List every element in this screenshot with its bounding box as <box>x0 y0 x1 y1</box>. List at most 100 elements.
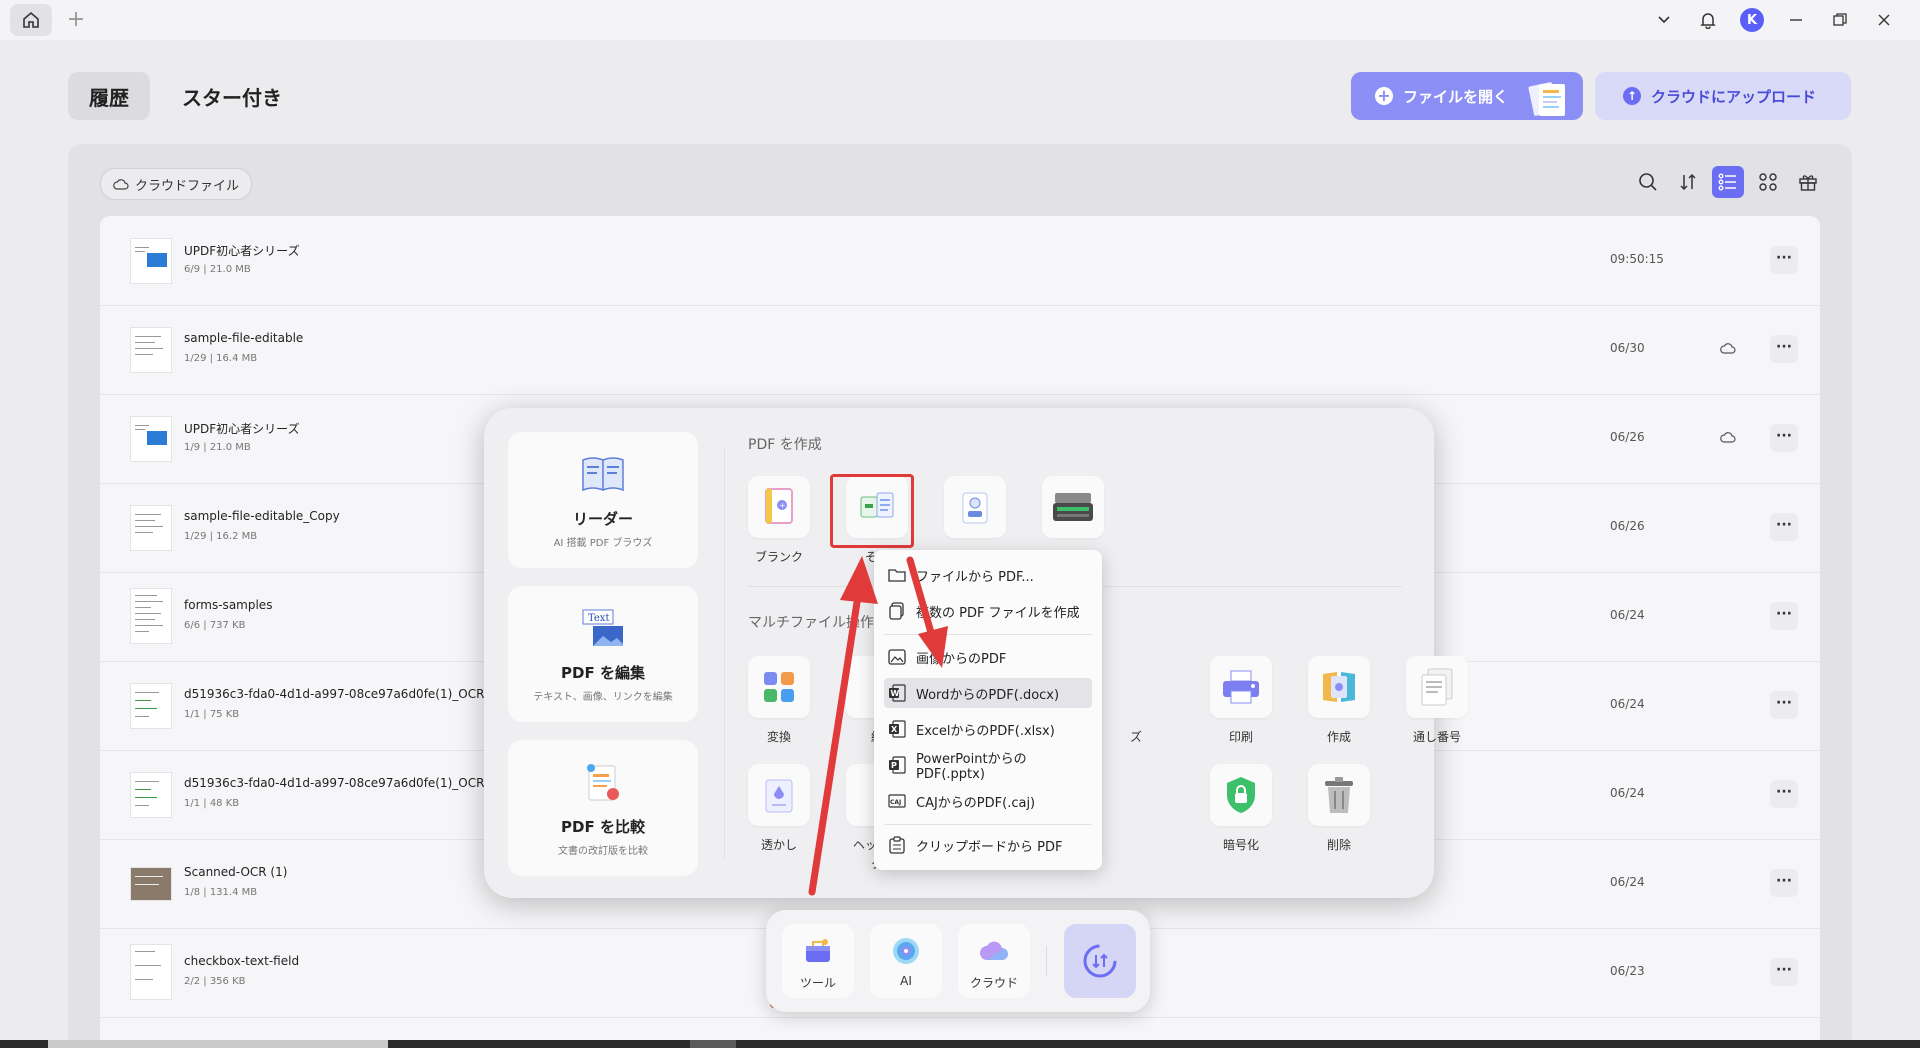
blank-pdf-tool[interactable]: + ブランク <box>744 476 814 565</box>
edit-pdf-subtitle: テキスト、画像、リンクを編集 <box>533 692 673 703</box>
scanner-tool[interactable] <box>1038 476 1108 538</box>
tools-button[interactable]: ツール <box>782 924 854 998</box>
grid-view-icon[interactable] <box>1752 166 1784 198</box>
sort-icon[interactable] <box>1672 166 1704 198</box>
image-to-pdf-tool[interactable] <box>940 476 1010 538</box>
bates-number-tool[interactable]: 通し番号 <box>1402 656 1472 745</box>
menu-item-label: 画像からのPDF <box>916 651 1007 667</box>
more-options-button[interactable]: ··· <box>1770 602 1798 630</box>
open-file-button[interactable]: + ファイルを開く <box>1351 72 1583 120</box>
more-options-button[interactable]: ··· <box>1770 691 1798 719</box>
file-thumbnail <box>130 327 172 373</box>
menu-item-from-image[interactable]: 画像からのPDF <box>884 642 1092 672</box>
menu-item-from-file[interactable]: ファイルから PDF... <box>884 560 1092 590</box>
home-button[interactable] <box>10 4 52 36</box>
encrypt-tool[interactable]: 暗号化 <box>1206 764 1276 853</box>
tools-label: ツール <box>799 976 836 990</box>
file-name: UPDF初心者シリーズ <box>184 244 300 258</box>
folder-icon <box>888 569 906 582</box>
upload-cloud-button[interactable]: ↑ クラウドにアップロード <box>1595 72 1851 120</box>
more-options-button[interactable]: ··· <box>1770 246 1798 274</box>
file-meta: 1/29 | 16.2 MB <box>184 531 258 542</box>
edit-pdf-card[interactable]: Text PDF を編集 テキスト、画像、リンクを編集 <box>508 586 698 722</box>
menu-item-from-clipboard[interactable]: クリップボードから PDF <box>884 830 1092 860</box>
blank-page-icon: + <box>765 488 793 524</box>
id-card-icon <box>962 492 988 524</box>
file-date: 06/26 <box>1610 430 1645 444</box>
file-date: 06/30 <box>1610 341 1645 355</box>
powerpoint-icon: P <box>889 756 906 774</box>
file-row[interactable]: UPDF初心者シリーズ 6/9 | 21.0 MB 09:50:15 ··· <box>100 216 1820 306</box>
file-row[interactable]: sample-file-editable 1/29 | 16.4 MB 06/3… <box>100 305 1820 395</box>
file-date: 06/24 <box>1610 608 1645 622</box>
file-name: sample-file-editable_Copy <box>184 509 340 523</box>
cloud-synced-icon <box>1720 432 1736 443</box>
watermark-tool[interactable]: 透かし <box>744 764 814 853</box>
clipboard-icon <box>889 836 905 854</box>
file-date: 06/26 <box>1610 519 1645 533</box>
menu-item-from-excel[interactable]: X ExcelからのPDF(.xlsx) <box>884 714 1092 744</box>
file-meta: 1/8 | 131.4 MB <box>184 887 258 898</box>
menu-item-from-caj[interactable]: CAJ CAJからのPDF(.caj) <box>884 786 1092 816</box>
more-options-button[interactable]: ··· <box>1770 335 1798 363</box>
excel-icon: X <box>889 720 906 738</box>
menu-item-multiple-pdf[interactable]: 複数の PDF ファイルを作成 <box>884 596 1092 626</box>
create-pdf-submenu: ファイルから PDF... 複数の PDF ファイルを作成 画像からのPDF W… <box>874 550 1102 870</box>
delete-tool[interactable]: 削除 <box>1304 764 1374 853</box>
file-name: d51936c3-fda0-4d1d-a997-08ce97a6d0fe(1)_… <box>184 687 506 701</box>
chevron-down-icon[interactable] <box>1642 6 1686 34</box>
ai-label: AI <box>900 974 912 988</box>
copy-icon <box>889 602 904 620</box>
sync-button[interactable] <box>1064 924 1136 998</box>
compare-pdf-card[interactable]: PDF を比較 文書の改訂版を比較 <box>508 740 698 876</box>
menu-item-label: WordからのPDF(.docx) <box>916 687 1060 703</box>
new-tab-plus-icon[interactable]: + <box>62 6 90 34</box>
file-date: 09:50:15 <box>1610 252 1664 266</box>
gift-icon[interactable] <box>1792 166 1824 198</box>
ai-button[interactable]: AI <box>870 924 942 998</box>
print-tool[interactable]: 印刷 <box>1206 656 1276 745</box>
reader-card[interactable]: リーダー AI 搭載 PDF ブラウズ <box>508 432 698 568</box>
menu-item-label: ExcelからのPDF(.xlsx) <box>916 723 1055 739</box>
tab-starred[interactable]: スター付き <box>166 72 298 120</box>
tab-history[interactable]: 履歴 <box>68 72 150 120</box>
upload-cloud-label: クラウドにアップロード <box>1651 87 1817 106</box>
window-controls: K <box>1642 6 1906 34</box>
more-options-button[interactable]: ··· <box>1770 780 1798 808</box>
bottom-toolbar: ツール AI クラウド <box>766 910 1150 1012</box>
avatar-button[interactable]: K <box>1730 6 1774 34</box>
menu-item-label: 複数の PDF ファイルを作成 <box>916 605 1080 621</box>
menu-item-from-word[interactable]: W WordからのPDF(.docx) <box>884 678 1092 708</box>
file-thumbnail <box>130 238 172 284</box>
cloud-icon <box>113 179 129 190</box>
bell-icon[interactable] <box>1686 6 1730 34</box>
minimize-icon[interactable] <box>1774 6 1818 34</box>
restore-icon[interactable] <box>1818 6 1862 34</box>
menu-separator <box>884 634 1092 635</box>
create-tool[interactable]: 作成 <box>1304 656 1374 745</box>
more-options-button[interactable]: ··· <box>1770 869 1798 897</box>
more-options-button[interactable]: ··· <box>1770 424 1798 452</box>
taskbar-segment <box>690 1040 736 1048</box>
more-options-button[interactable]: ··· <box>1770 513 1798 541</box>
cloud-icon <box>980 941 1008 960</box>
close-icon[interactable] <box>1862 6 1906 34</box>
file-thumbnail <box>130 944 172 1000</box>
menu-separator <box>884 824 1092 825</box>
more-options-button[interactable]: ··· <box>1770 958 1798 986</box>
convert-tool[interactable]: 変換 <box>744 656 814 745</box>
file-meta: 1/29 | 16.4 MB <box>184 353 258 364</box>
convert-label: 変換 <box>766 730 791 744</box>
menu-item-from-powerpoint[interactable]: P PowerPointからのPDF(.pptx) <box>884 750 1092 782</box>
book-icon <box>582 457 624 492</box>
documents-icon <box>1528 82 1565 116</box>
cloud-button[interactable]: クラウド <box>958 924 1030 998</box>
file-meta: 6/9 | 21.0 MB <box>184 264 251 275</box>
optimize-tool[interactable]: ズ <box>1130 656 1206 745</box>
list-view-icon[interactable] <box>1712 166 1744 198</box>
cloud-files-filter[interactable]: クラウドファイル <box>100 168 253 200</box>
search-icon[interactable] <box>1632 166 1664 198</box>
file-thumbnail <box>130 772 172 818</box>
file-meta: 1/9 | 21.0 MB <box>184 442 251 453</box>
compare-pdf-title: PDF を比較 <box>561 818 645 836</box>
